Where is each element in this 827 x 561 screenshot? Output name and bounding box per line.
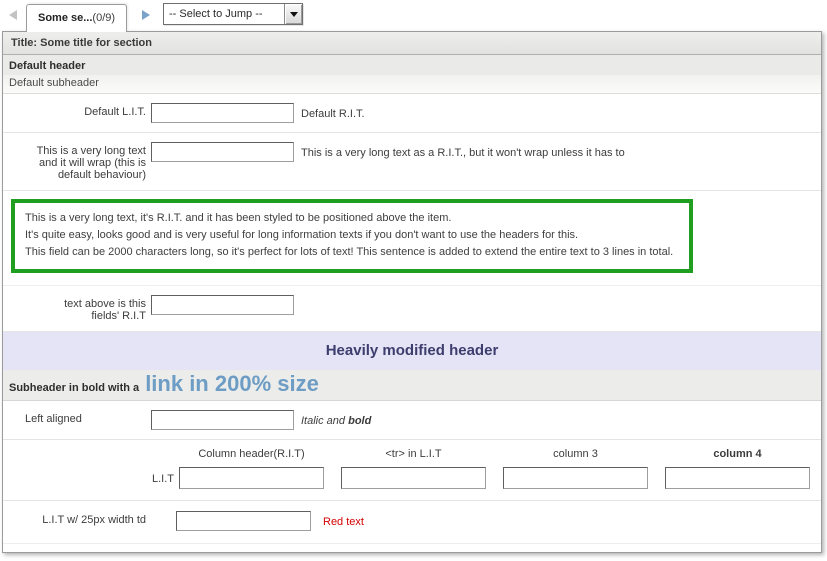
form-row-wrap: This is a very long text and it will wra… <box>3 133 821 191</box>
default-rit-label: Default R.I.T. <box>294 103 365 123</box>
green-info-line: It's quite easy, looks good and is very … <box>25 227 679 244</box>
modified-subheader: Subheader in bold with a link in 200% si… <box>3 370 821 401</box>
default-input[interactable] <box>151 103 294 123</box>
jump-select-dropdown-button[interactable] <box>284 4 302 24</box>
section-tab[interactable]: Some se...(0/9) <box>26 4 127 32</box>
modified-header: Heavily modified header <box>3 332 821 370</box>
default-lit-label: Default L.I.T. <box>3 103 151 123</box>
column-3-input[interactable] <box>503 467 648 489</box>
section-title: Title: Some title for section <box>3 32 821 55</box>
form-row-25px: L.I.T w/ 25px width td Red text <box>3 501 821 544</box>
25px-lit-label: L.I.T w/ 25px width td <box>3 511 151 531</box>
default-header: Default header <box>3 55 821 75</box>
table-columns: Column header(R.I.T) <tr> in L.I.T colum… <box>179 446 810 489</box>
column-3-header: column 3 <box>503 446 648 467</box>
table-column-3: column 3 <box>503 446 648 489</box>
column-2-header: <tr> in L.I.T <box>341 446 486 467</box>
column-4-header: column 4 <box>665 446 810 467</box>
wrap-input[interactable] <box>151 142 294 162</box>
red-text-label: Red text <box>311 511 364 531</box>
column-1-header: Column header(R.I.T) <box>179 446 324 467</box>
green-info-line: This is a very long text, it's R.I.T. an… <box>25 210 679 227</box>
modified-subheader-text: Subheader in bold with a <box>9 382 139 394</box>
italic-bold-rit-label: Italic and bold <box>294 410 371 430</box>
table-column-1: Column header(R.I.T) <box>179 446 324 489</box>
table-lit-label: L.I.T <box>3 446 179 489</box>
form-row-left-aligned: Left aligned Italic and bold <box>3 401 821 440</box>
tab-bar: Some se...(0/9) -- Select to Jump -- <box>0 0 827 31</box>
form-row-above: text above is this fields' R.I.T <box>3 286 821 332</box>
table-column-2: <tr> in L.I.T <box>341 446 486 489</box>
section-tab-label: Some se... <box>38 12 92 24</box>
wrap-lit-label: This is a very long text and it will wra… <box>3 142 151 181</box>
above-lit-label: text above is this fields' R.I.T <box>3 295 151 322</box>
green-info-line: This field can be 2000 characters long, … <box>25 244 679 261</box>
left-aligned-input[interactable] <box>151 410 294 430</box>
25px-input[interactable] <box>176 511 311 531</box>
jump-select-value: -- Select to Jump -- <box>164 4 284 24</box>
section-panel: Title: Some title for section Default he… <box>2 31 822 553</box>
form-row-green: This is a very long text, it's R.I.T. an… <box>3 191 821 286</box>
section-tab-count: (0/9) <box>92 12 115 24</box>
left-aligned-label: Left aligned <box>3 410 151 430</box>
column-4-input[interactable] <box>665 467 810 489</box>
form-row-table: L.I.T Column header(R.I.T) <tr> in L.I.T… <box>3 440 821 501</box>
form-row-default: Default L.I.T. Default R.I.T. <box>3 94 821 133</box>
above-input[interactable] <box>151 295 294 315</box>
next-section-arrow-icon[interactable] <box>142 10 150 20</box>
jump-select[interactable]: -- Select to Jump -- <box>163 3 303 25</box>
column-1-input[interactable] <box>179 467 324 489</box>
wrap-rit-label: This is a very long text as a R.I.T., bu… <box>294 142 625 181</box>
chevron-down-icon <box>290 12 298 17</box>
big-link[interactable]: link in 200% size <box>145 371 319 397</box>
table-column-4: column 4 <box>665 446 810 489</box>
25px-spacer <box>151 511 176 531</box>
previous-section-arrow-icon[interactable] <box>9 10 17 20</box>
default-subheader: Default subheader <box>3 75 821 94</box>
green-info-box: This is a very long text, it's R.I.T. an… <box>11 199 693 273</box>
column-2-input[interactable] <box>341 467 486 489</box>
